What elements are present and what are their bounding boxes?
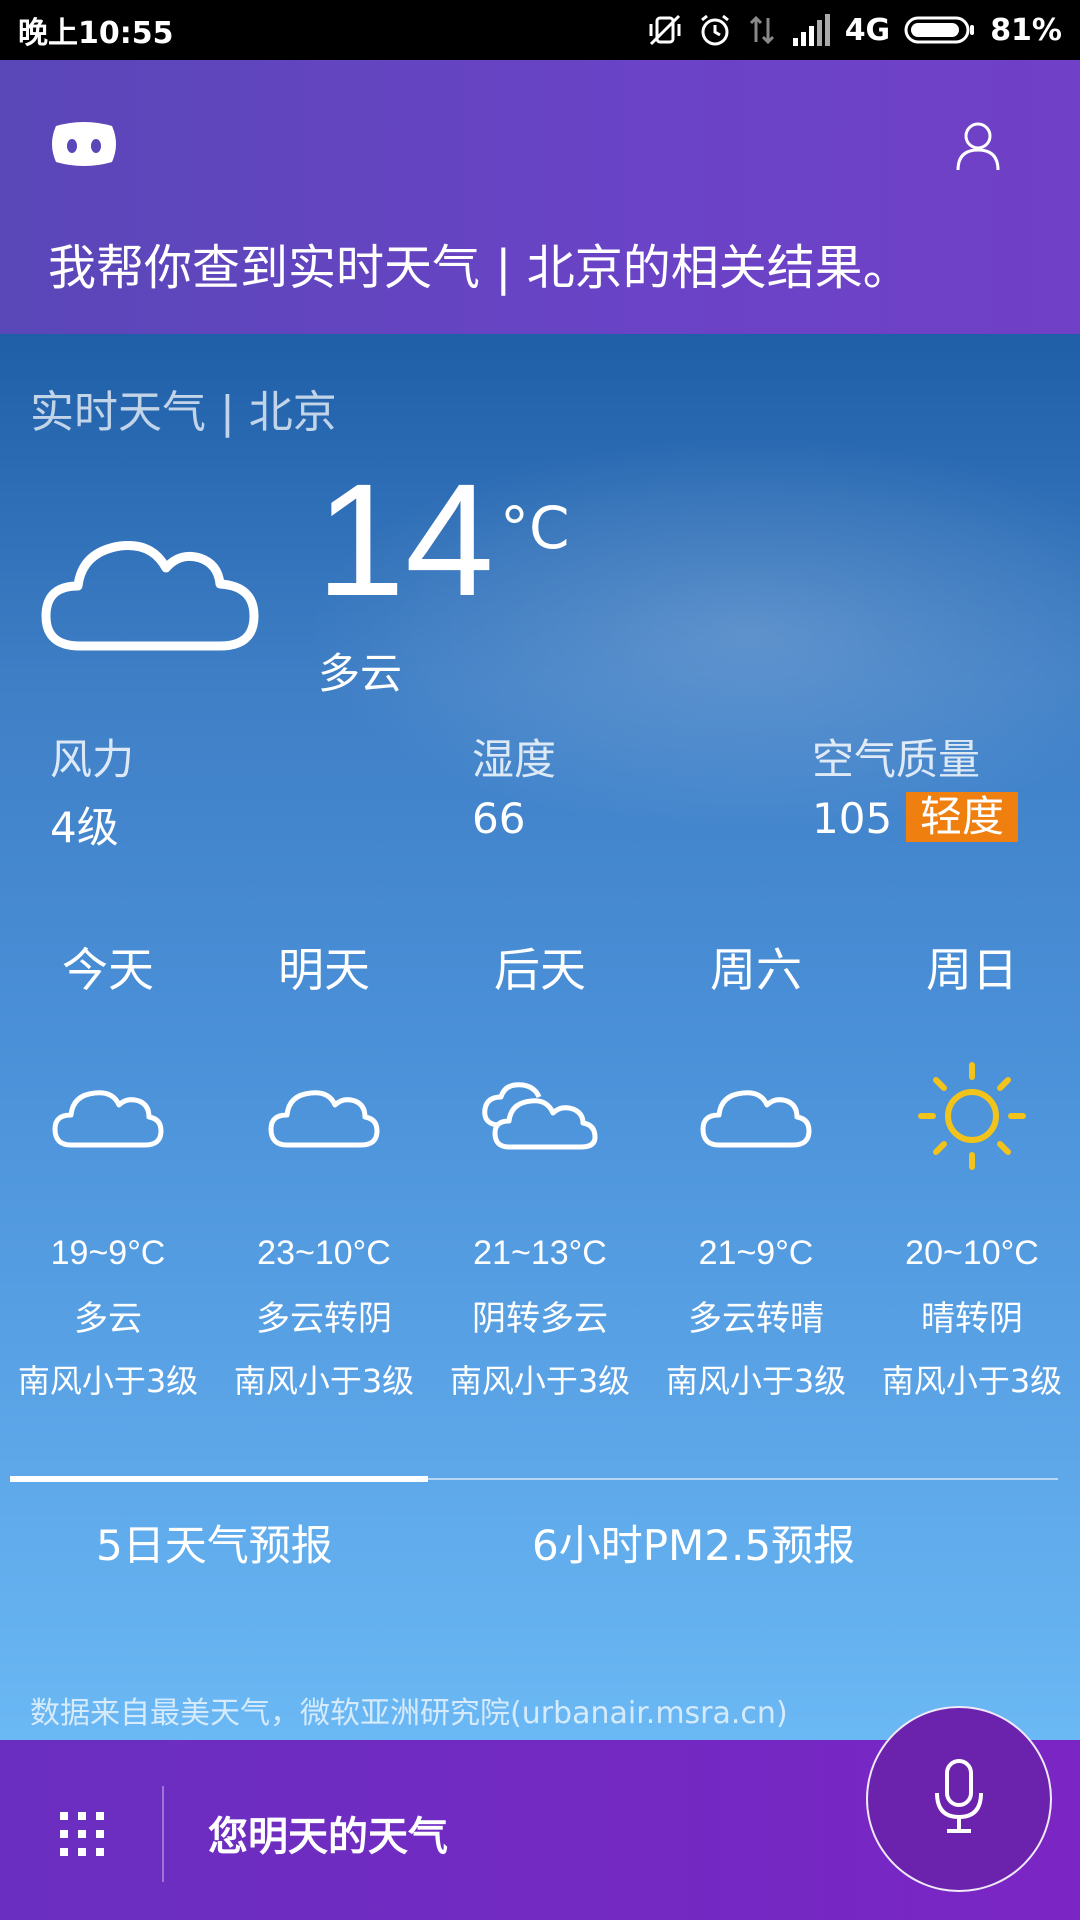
forecast-day-label: 周日 [926,943,1018,997]
signal-icon [791,14,831,46]
weather-title: 实时天气 | 北京 [30,387,337,438]
tab-pm25-forecast[interactable]: 6小时PM2.5预报 [532,1512,855,1573]
current-temperature: 14 [316,450,494,629]
weather-card[interactable]: 实时天气 | 北京 14 °C 多云 风力 4级 湿度 66 空气质量 105 … [0,334,1080,1740]
microphone-button[interactable] [866,1706,1052,1892]
apps-grid-icon[interactable] [60,1812,104,1860]
forecast-day-label: 今天 [62,943,154,997]
forecast-wind: 南风小于3级 [449,1362,631,1400]
status-time: 晚上10:55 [18,16,174,51]
assistant-header: 我帮你查到实时天气 | 北京的相关结果。 [0,60,1080,334]
status-bar: 晚上10:55 4G 81% [0,0,1080,60]
divider [162,1786,164,1882]
battery-level: 81% [990,12,1062,48]
forecast-day-label: 周六 [710,943,802,997]
tab-five-day-forecast[interactable]: 5日天气预报 [96,1512,333,1573]
forecast-wind: 南风小于3级 [881,1362,1063,1400]
forecast-wind: 南风小于3级 [17,1362,199,1400]
wind-label: 风力 [50,735,135,784]
forecast-wind: 南风小于3级 [665,1362,847,1400]
forecast-day: 后天 21~13°C 阴转多云 南风小于3级 [432,934,648,1402]
forecast-day: 周日 20~10°C 晴转阴 南风小于3级 [864,934,1080,1402]
current-condition: 多云 [318,649,403,698]
forecast-day-label: 后天 [494,943,586,997]
forecast-condition: 多云转阴 [256,1299,392,1339]
voice-query-text[interactable]: 您明天的天气 [208,1804,448,1862]
forecast-condition: 多云转晴 [688,1299,824,1339]
forecast-condition: 晴转阴 [921,1299,1023,1339]
forecast-condition: 阴转多云 [472,1299,608,1339]
aqi-level-badge: 轻度 [906,792,1019,842]
forecast-list: 今天 19~9°C 多云 南风小于3级 明天 23~10°C 多云转阴 南风小于… [0,934,1080,1402]
user-profile-icon[interactable] [954,120,1002,176]
cloud-icon [267,1046,381,1186]
sun-icon [917,1046,1027,1186]
aqi-label: 空气质量 [812,735,981,784]
cloud-icon [699,1046,813,1186]
assistant-bot-icon[interactable] [48,120,120,172]
tab-active-indicator [10,1476,428,1482]
data-transfer-icon [747,12,777,48]
forecast-temp-range: 23~10°C [257,1234,391,1272]
forecast-condition: 多云 [74,1299,142,1339]
mute-vibrate-icon [647,12,683,48]
humidity-value: 66 [472,794,526,843]
battery-icon [904,14,976,46]
forecast-wind: 南风小于3级 [233,1362,415,1400]
assistant-response-text: 我帮你查到实时天气 | 北京的相关结果。 [48,240,911,296]
alarm-icon [697,12,733,48]
forecast-temp-range: 19~9°C [50,1234,166,1272]
network-type: 4G [844,12,891,48]
forecast-temp-range: 20~10°C [905,1234,1039,1272]
forecast-temp-range: 21~9°C [698,1234,814,1272]
overcast-icon [479,1046,601,1186]
cloud-icon [51,1046,165,1186]
humidity-label: 湿度 [472,735,557,784]
temperature-unit: °C [500,494,570,562]
cloud-icon [40,524,260,658]
forecast-day: 明天 23~10°C 多云转阴 南风小于3级 [216,934,432,1402]
aqi-value: 105 [812,794,893,843]
forecast-day-label: 明天 [278,943,370,997]
microphone-icon [931,1759,987,1839]
forecast-day: 今天 19~9°C 多云 南风小于3级 [0,934,216,1402]
wind-value: 4级 [50,803,119,852]
forecast-day: 周六 21~9°C 多云转晴 南风小于3级 [648,934,864,1402]
data-source-text: 数据来自最美天气，微软亚洲研究院(urbanair.msra.cn) [30,1696,788,1731]
forecast-temp-range: 21~13°C [473,1234,607,1272]
